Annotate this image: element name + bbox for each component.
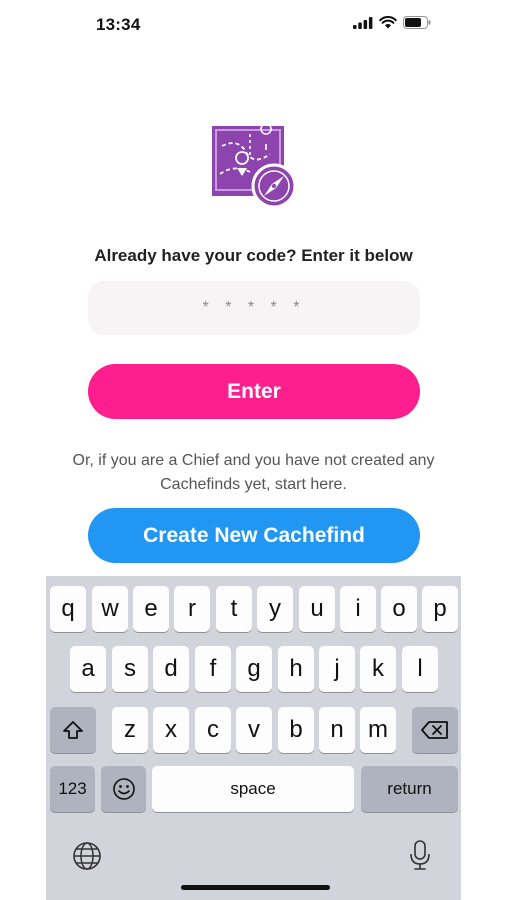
key-x[interactable]: x bbox=[153, 707, 189, 753]
battery-icon bbox=[403, 16, 431, 29]
status-bar: 13:34 bbox=[0, 0, 507, 50]
create-new-cachefind-button[interactable]: Create New Cachefind bbox=[88, 508, 420, 563]
shift-key[interactable] bbox=[50, 707, 96, 753]
microphone-icon[interactable] bbox=[408, 839, 432, 871]
signal-icon bbox=[353, 16, 373, 29]
key-o[interactable]: o bbox=[381, 586, 417, 632]
code-input[interactable] bbox=[88, 281, 420, 335]
key-e[interactable]: e bbox=[133, 586, 169, 632]
wifi-icon bbox=[379, 16, 397, 29]
treasure-map-compass-logo bbox=[212, 124, 297, 209]
key-p[interactable]: p bbox=[422, 586, 458, 632]
numbers-key[interactable]: 123 bbox=[50, 766, 95, 812]
key-z[interactable]: z bbox=[112, 707, 148, 753]
key-a[interactable]: a bbox=[70, 646, 106, 692]
globe-icon[interactable] bbox=[72, 841, 102, 871]
key-u[interactable]: u bbox=[299, 586, 335, 632]
key-b[interactable]: b bbox=[278, 707, 314, 753]
key-t[interactable]: t bbox=[216, 586, 252, 632]
space-key[interactable]: space bbox=[152, 766, 354, 812]
status-icons bbox=[353, 16, 431, 29]
key-s[interactable]: s bbox=[112, 646, 148, 692]
key-m[interactable]: m bbox=[360, 707, 396, 753]
return-key[interactable]: return bbox=[361, 766, 458, 812]
key-h[interactable]: h bbox=[278, 646, 314, 692]
key-j[interactable]: j bbox=[319, 646, 355, 692]
keyboard: q w e r t y u i o p a s d f g h j k l z … bbox=[46, 576, 461, 900]
backspace-icon bbox=[421, 721, 448, 739]
key-l[interactable]: l bbox=[402, 646, 438, 692]
key-v[interactable]: v bbox=[236, 707, 272, 753]
key-f[interactable]: f bbox=[195, 646, 231, 692]
key-r[interactable]: r bbox=[174, 586, 210, 632]
key-q[interactable]: q bbox=[50, 586, 86, 632]
key-g[interactable]: g bbox=[236, 646, 272, 692]
status-time: 13:34 bbox=[96, 15, 141, 34]
key-y[interactable]: y bbox=[257, 586, 293, 632]
key-d[interactable]: d bbox=[153, 646, 189, 692]
key-k[interactable]: k bbox=[360, 646, 396, 692]
key-i[interactable]: i bbox=[340, 586, 376, 632]
enter-button[interactable]: Enter bbox=[88, 364, 420, 419]
chief-info-text: Or, if you are a Chief and you have not … bbox=[72, 452, 435, 493]
shift-icon bbox=[63, 721, 83, 739]
key-c[interactable]: c bbox=[195, 707, 231, 753]
emoji-key[interactable] bbox=[101, 766, 146, 812]
key-w[interactable]: w bbox=[92, 586, 128, 632]
code-prompt-text: Already have your code? Enter it below bbox=[94, 246, 413, 265]
key-n[interactable]: n bbox=[319, 707, 355, 753]
emoji-icon bbox=[112, 778, 135, 800]
home-indicator[interactable] bbox=[181, 885, 330, 890]
backspace-key[interactable] bbox=[412, 707, 458, 753]
